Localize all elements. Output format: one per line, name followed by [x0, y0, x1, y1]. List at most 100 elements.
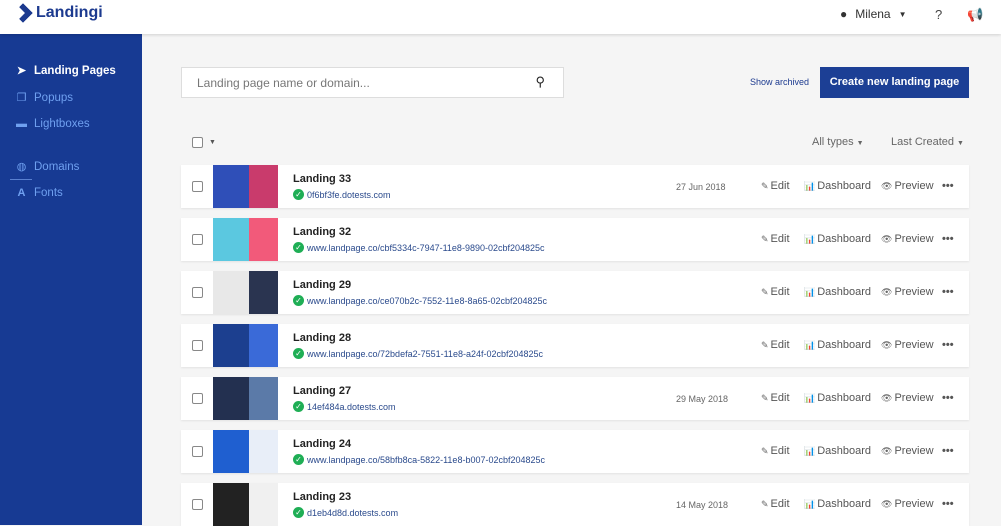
landing-name[interactable]: Landing 33 — [293, 173, 351, 185]
edit-button[interactable]: ✎ Edit — [761, 286, 790, 298]
landing-thumbnail[interactable] — [213, 377, 278, 420]
preview-button[interactable]: 👁 Preview — [881, 180, 934, 192]
select-all[interactable]: ▼ — [192, 137, 216, 148]
preview-button[interactable]: 👁 Preview — [881, 445, 934, 457]
pencil-icon: ✎ — [761, 392, 769, 403]
dashboard-button[interactable]: 📊 Dashboard — [804, 180, 871, 192]
dashboard-button[interactable]: 📊 Dashboard — [804, 392, 871, 404]
landing-name[interactable]: Landing 28 — [293, 332, 351, 344]
show-archived-link[interactable]: Show archived — [750, 77, 809, 87]
edit-button[interactable]: ✎ Edit — [761, 498, 790, 510]
row-checkbox[interactable] — [192, 234, 203, 245]
paper-plane-icon: ➤ — [16, 65, 27, 77]
landing-url[interactable]: ✓ www.landpage.co/ce070b2c-7552-11e8-8a65… — [293, 295, 547, 306]
search-icon[interactable]: ⚲ — [535, 74, 545, 90]
edit-button[interactable]: ✎ Edit — [761, 445, 790, 457]
create-landing-page-button[interactable]: Create new landing page — [820, 67, 969, 98]
user-menu[interactable]: ● Milena ▼ — [840, 7, 907, 21]
sidebar-item-popups[interactable]: ❐ Popups — [16, 91, 73, 105]
table-row[interactable]: Landing 23 ✓ d1eb4d8d.dotests.com 14 May … — [181, 483, 969, 526]
landing-thumbnail[interactable] — [213, 271, 278, 314]
landing-thumbnail[interactable] — [213, 165, 278, 208]
more-options-icon[interactable]: ••• — [942, 233, 954, 245]
row-checkbox[interactable] — [192, 393, 203, 404]
search-input[interactable]: Landing page name or domain... ⚲ — [181, 67, 564, 98]
landing-name[interactable]: Landing 23 — [293, 491, 351, 503]
pencil-icon: ✎ — [761, 180, 769, 191]
dashboard-button[interactable]: 📊 Dashboard — [804, 339, 871, 351]
created-date: 27 Jun 2018 — [676, 182, 726, 192]
chart-icon: 📊 — [804, 498, 816, 509]
row-checkbox[interactable] — [192, 499, 203, 510]
dashboard-button[interactable]: 📊 Dashboard — [804, 233, 871, 245]
landing-url[interactable]: ✓ 0f6bf3fe.dotests.com — [293, 189, 391, 200]
edit-button[interactable]: ✎ Edit — [761, 339, 790, 351]
edit-button[interactable]: ✎ Edit — [761, 180, 790, 192]
more-options-icon[interactable]: ••• — [942, 445, 954, 457]
megaphone-icon[interactable]: 📢 — [967, 7, 983, 23]
edit-button[interactable]: ✎ Edit — [761, 392, 790, 404]
eye-icon: 👁 — [881, 339, 893, 350]
landing-thumbnail[interactable] — [213, 430, 278, 473]
pencil-icon: ✎ — [761, 498, 769, 509]
landing-url[interactable]: ✓ www.landpage.co/58bfb8ca-5822-11e8-b007… — [293, 454, 545, 465]
table-row[interactable]: Landing 32 ✓ www.landpage.co/cbf5334c-794… — [181, 218, 969, 261]
landing-name[interactable]: Landing 24 — [293, 438, 351, 450]
edit-button[interactable]: ✎ Edit — [761, 233, 790, 245]
more-options-icon[interactable]: ••• — [942, 498, 954, 510]
pencil-icon: ✎ — [761, 233, 769, 244]
landing-name[interactable]: Landing 27 — [293, 385, 351, 397]
preview-button[interactable]: 👁 Preview — [881, 392, 934, 404]
preview-button[interactable]: 👁 Preview — [881, 233, 934, 245]
chart-icon: 📊 — [804, 339, 816, 350]
landing-name[interactable]: Landing 32 — [293, 226, 351, 238]
landing-name[interactable]: Landing 29 — [293, 279, 351, 291]
preview-button[interactable]: 👁 Preview — [881, 498, 934, 510]
chart-icon: 📊 — [804, 445, 816, 456]
chart-icon: 📊 — [804, 180, 816, 191]
sort-dropdown[interactable]: Last Created ▼ — [891, 136, 964, 148]
check-circle-icon: ✓ — [293, 454, 304, 465]
pencil-icon: ✎ — [761, 339, 769, 350]
landing-url[interactable]: ✓ d1eb4d8d.dotests.com — [293, 507, 398, 518]
row-checkbox[interactable] — [192, 287, 203, 298]
table-row[interactable]: Landing 27 ✓ 14ef484a.dotests.com 29 May … — [181, 377, 969, 420]
chevron-down-icon[interactable]: ▼ — [209, 139, 216, 146]
sidebar-item-landing-pages[interactable]: ➤ Landing Pages — [16, 64, 116, 78]
select-all-checkbox[interactable] — [192, 137, 203, 148]
help-icon[interactable]: ? — [935, 7, 942, 22]
sidebar-item-fonts[interactable]: A Fonts — [16, 187, 63, 199]
more-options-icon[interactable]: ••• — [942, 339, 954, 351]
pencil-icon: ✎ — [761, 286, 769, 297]
row-checkbox[interactable] — [192, 446, 203, 457]
chart-icon: 📊 — [804, 233, 816, 244]
landing-url[interactable]: ✓ www.landpage.co/cbf5334c-7947-11e8-9890… — [293, 242, 545, 253]
dashboard-button[interactable]: 📊 Dashboard — [804, 445, 871, 457]
dashboard-button[interactable]: 📊 Dashboard — [804, 286, 871, 298]
more-options-icon[interactable]: ••• — [942, 392, 954, 404]
table-row[interactable]: Landing 24 ✓ www.landpage.co/58bfb8ca-582… — [181, 430, 969, 473]
pencil-icon: ✎ — [761, 445, 769, 456]
sidebar-item-lightboxes[interactable]: ▬ Lightboxes — [16, 118, 90, 130]
table-row[interactable]: Landing 29 ✓ www.landpage.co/ce070b2c-755… — [181, 271, 969, 314]
landing-thumbnail[interactable] — [213, 483, 278, 526]
landing-url[interactable]: ✓ 14ef484a.dotests.com — [293, 401, 396, 412]
user-icon: ● — [840, 7, 848, 21]
table-row[interactable]: Landing 28 ✓ www.landpage.co/72bdefa2-755… — [181, 324, 969, 367]
preview-button[interactable]: 👁 Preview — [881, 286, 934, 298]
landing-url[interactable]: ✓ www.landpage.co/72bdefa2-7551-11e8-a24f… — [293, 348, 543, 359]
table-row[interactable]: Landing 33 ✓ 0f6bf3fe.dotests.com 27 Jun … — [181, 165, 969, 208]
row-checkbox[interactable] — [192, 340, 203, 351]
more-options-icon[interactable]: ••• — [942, 286, 954, 298]
sidebar-item-domains[interactable]: ◍ Domains — [16, 160, 80, 174]
row-checkbox[interactable] — [192, 181, 203, 192]
landing-thumbnail[interactable] — [213, 218, 278, 261]
preview-button[interactable]: 👁 Preview — [881, 339, 934, 351]
more-options-icon[interactable]: ••• — [942, 180, 954, 192]
logo[interactable]: Landingi — [16, 4, 103, 22]
landing-thumbnail[interactable] — [213, 324, 278, 367]
type-filter-dropdown[interactable]: All types ▼ — [812, 136, 864, 148]
globe-icon: ◍ — [16, 161, 27, 173]
eye-icon: 👁 — [881, 286, 893, 297]
dashboard-button[interactable]: 📊 Dashboard — [804, 498, 871, 510]
